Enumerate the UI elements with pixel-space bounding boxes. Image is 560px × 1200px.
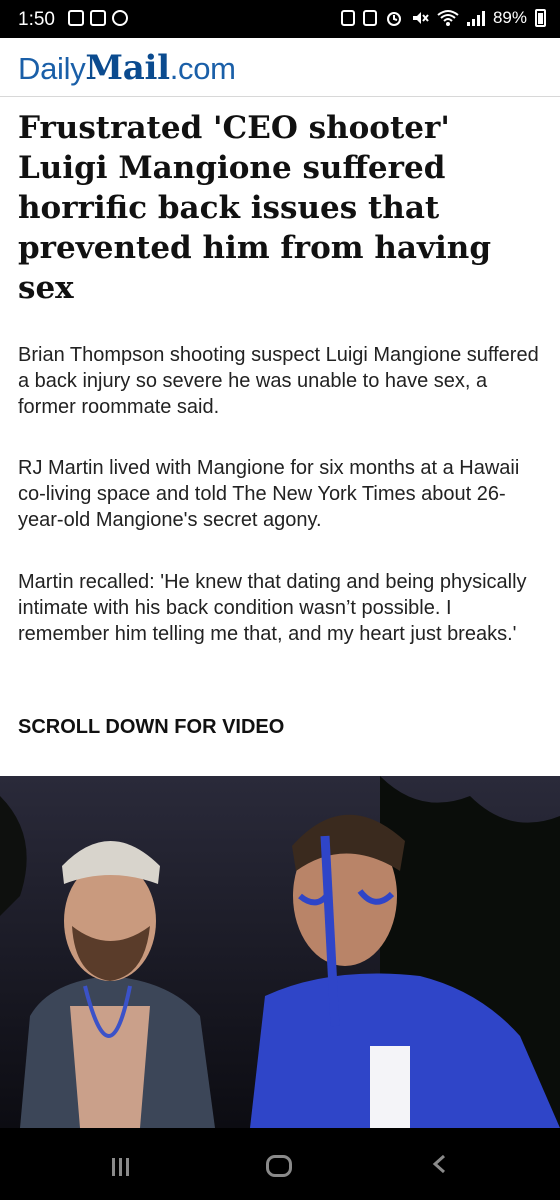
scroll-down-label: SCROLL DOWN FOR VIDEO <box>18 716 285 738</box>
mute-icon <box>412 12 429 24</box>
home-icon[interactable] <box>266 1155 292 1177</box>
dailymail-logo[interactable]: DailyMail.com <box>18 48 236 88</box>
article-headline: Frustrated 'CEO shooter' Luigi Mangione … <box>18 110 491 306</box>
article-paragraph: Martin recalled: 'He knew that dating an… <box>18 571 527 645</box>
logo-mail: Mail <box>85 48 170 88</box>
battery-percent: 89% <box>492 8 527 27</box>
gallery-icon <box>90 10 106 26</box>
lock-icon <box>340 10 355 26</box>
recent-apps-icon[interactable] <box>112 1158 129 1176</box>
status-time: 1:50 <box>18 9 55 30</box>
system-icons: 89% <box>340 8 546 28</box>
back-icon[interactable] <box>430 1154 450 1174</box>
status-bar: 1:50 89% <box>0 0 560 38</box>
signal-icon <box>466 10 485 26</box>
logo-com: .com <box>169 51 236 86</box>
header-divider <box>0 96 560 97</box>
threads-icon <box>112 10 128 26</box>
article-paragraph: RJ Martin lived with Mangione for six mo… <box>18 457 520 531</box>
notification-icons <box>68 10 128 26</box>
logo-daily: Daily <box>18 51 86 86</box>
battery-icon <box>535 9 546 27</box>
article-photo[interactable] <box>0 776 560 1128</box>
navigation-bar <box>0 1128 560 1200</box>
nfc-icon <box>362 10 377 26</box>
instagram-icon <box>68 10 84 26</box>
wifi-icon <box>437 10 459 26</box>
article-paragraph: Brian Thompson shooting suspect Luigi Ma… <box>18 344 539 418</box>
alarm-icon <box>386 12 401 26</box>
